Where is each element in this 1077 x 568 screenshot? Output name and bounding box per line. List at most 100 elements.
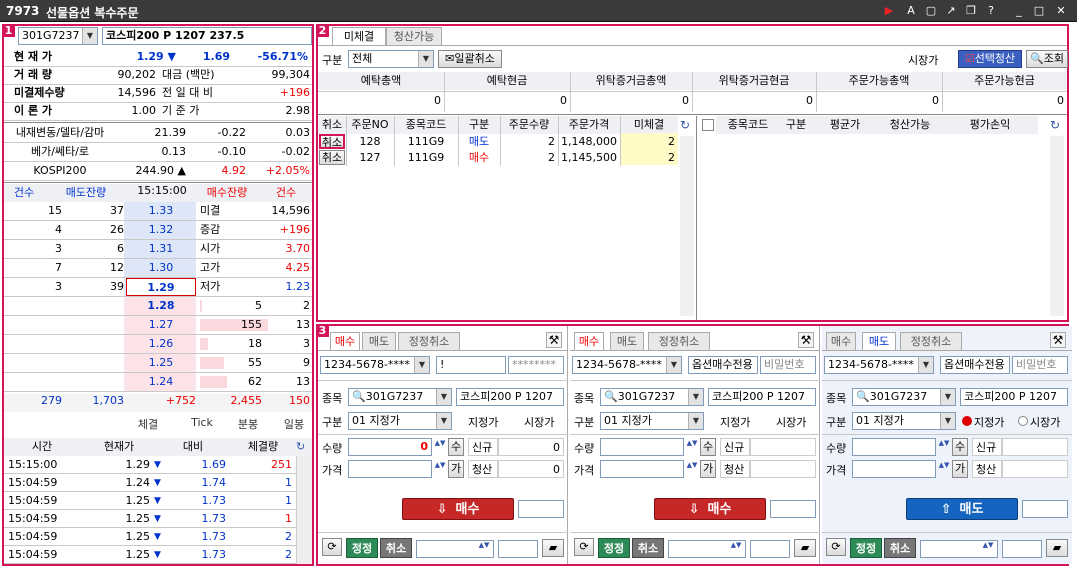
modify-price-input[interactable] [1002, 540, 1042, 558]
folder-icon[interactable]: ▰ [1046, 539, 1068, 557]
window-icon[interactable]: ▢ [924, 4, 938, 18]
maximize-icon[interactable]: □ [1032, 4, 1046, 18]
account-select[interactable]: 1234-5678-**** ▼ [824, 356, 934, 374]
symbol-select[interactable]: 🔍301G7237 ▼ [600, 388, 704, 406]
tab-closeable[interactable]: 청산가능 [386, 27, 442, 45]
password-field[interactable]: 옵션매수전용 [940, 356, 1010, 374]
price-preset-button[interactable]: 가 [700, 460, 716, 478]
cancel-all-button[interactable]: ✉일괄취소 [438, 50, 502, 68]
price-input[interactable] [348, 460, 432, 478]
password-field[interactable]: ! [436, 356, 506, 374]
modify-button[interactable]: 정정 [598, 538, 630, 558]
positions-scrollbar[interactable] [1050, 136, 1064, 316]
modify-price-input[interactable] [750, 540, 790, 558]
settings-icon[interactable]: ⚒ [1050, 332, 1066, 348]
password-field-2[interactable]: ******** [508, 356, 564, 374]
refresh-icon[interactable]: ⟳ [574, 538, 594, 556]
cancel-button[interactable]: 취소 [380, 538, 412, 558]
refresh-icon[interactable]: ↻ [296, 441, 308, 453]
settings-icon[interactable]: ⚒ [798, 332, 814, 348]
radio-limit[interactable] [962, 416, 972, 426]
help-icon[interactable]: ? [984, 4, 998, 18]
link-icon[interactable]: ↗ [944, 4, 958, 18]
folder-icon[interactable]: ▰ [794, 539, 816, 557]
stepper-icon[interactable]: ▲▼ [434, 439, 446, 455]
tab-sell[interactable]: 매도 [862, 332, 896, 350]
stepper-icon[interactable]: ▲▼ [938, 439, 950, 455]
settings-icon[interactable]: ⚒ [546, 332, 562, 348]
code-select[interactable]: 301G7237 ▼ [18, 27, 98, 45]
order-cancel-button[interactable]: 취소 [319, 150, 345, 165]
qty-input[interactable] [852, 438, 936, 456]
password-field-2[interactable]: 비밀번호 [1012, 356, 1068, 374]
qty-all-button[interactable]: 수 [448, 438, 464, 456]
radio-market[interactable] [1018, 416, 1028, 426]
order-type-select[interactable]: 01 지정가 ▼ [852, 412, 956, 430]
stepper-icon[interactable]: ▲▼ [730, 541, 742, 557]
close-icon[interactable]: ✕ [1054, 4, 1068, 18]
font-icon[interactable]: A [904, 4, 918, 18]
symbol-select[interactable]: 🔍301G7237 ▼ [852, 388, 956, 406]
tab-modify[interactable]: 정정취소 [398, 332, 460, 350]
account-select[interactable]: 1234-5678-**** ▼ [320, 356, 430, 374]
refresh-icon[interactable]: ⟳ [826, 538, 846, 556]
qty-all-button[interactable]: 수 [952, 438, 968, 456]
stepper-icon[interactable]: ▲▼ [686, 439, 698, 455]
query-button[interactable]: 🔍조회 [1026, 50, 1068, 68]
select-all-checkbox[interactable] [702, 119, 714, 131]
stepper-icon[interactable]: ▲▼ [434, 461, 446, 477]
qty-input[interactable] [600, 438, 684, 456]
refresh-icon[interactable]: ↻ [680, 118, 694, 132]
stepper-icon[interactable]: ▲▼ [982, 541, 994, 557]
select-clear-button[interactable]: ☑선택청산 [958, 50, 1022, 68]
buy-submit-button[interactable]: ⇩ 매수 [654, 498, 766, 520]
price-input[interactable] [852, 460, 936, 478]
refresh-icon[interactable]: ⟳ [322, 538, 342, 556]
qty-input[interactable]: 0 [348, 438, 432, 456]
stepper-icon[interactable]: ▲▼ [478, 541, 490, 557]
trade-scrollbar[interactable] [296, 456, 312, 564]
minimize-icon[interactable]: _ [1012, 4, 1026, 18]
chart-tab-1[interactable]: Tick [184, 416, 220, 434]
order-cancel-button[interactable]: 취소 [319, 134, 345, 149]
price-input[interactable] [600, 460, 684, 478]
tab-modify[interactable]: 정정취소 [900, 332, 962, 350]
symbol-select[interactable]: 🔍301G7237 ▼ [348, 388, 452, 406]
account-select[interactable]: 1234-5678-**** ▼ [572, 356, 682, 374]
tab-sell[interactable]: 매도 [610, 332, 644, 350]
password-field[interactable]: 옵션매수전용 [688, 356, 758, 374]
gubun-select[interactable]: 전체 ▼ [348, 50, 434, 68]
tab-sell[interactable]: 매도 [362, 332, 396, 350]
tab-buy[interactable]: 매수 [330, 332, 360, 350]
chart-tab-2[interactable]: 분봉 [230, 416, 266, 434]
repeat-count-input[interactable] [518, 500, 564, 518]
modify-price-input[interactable] [498, 540, 538, 558]
password-field-2[interactable]: 비밀번호 [760, 356, 816, 374]
tab-pending[interactable]: 미체결 [332, 27, 386, 45]
chart-tab-0[interactable]: 체결 [130, 416, 166, 434]
stepper-icon[interactable]: ▲▼ [686, 461, 698, 477]
modify-button[interactable]: 정정 [850, 538, 882, 558]
stepper-icon[interactable]: ▲▼ [938, 461, 950, 477]
qty-all-button[interactable]: 수 [700, 438, 716, 456]
cancel-button[interactable]: 취소 [632, 538, 664, 558]
price-preset-button[interactable]: 가 [952, 460, 968, 478]
buy-submit-button[interactable]: ⇩ 매수 [402, 498, 514, 520]
order-type-select[interactable]: 01 지정가 ▼ [600, 412, 704, 430]
refresh-icon[interactable]: ↻ [1050, 118, 1064, 132]
tab-buy[interactable]: 매수 [826, 332, 856, 350]
copy-icon[interactable]: ❐ [964, 4, 978, 18]
tab-modify[interactable]: 정정취소 [648, 332, 710, 350]
sell-submit-button[interactable]: ⇧ 매도 [906, 498, 1018, 520]
repeat-count-input[interactable] [1022, 500, 1068, 518]
folder-icon[interactable]: ▰ [542, 539, 564, 557]
cancel-button[interactable]: 취소 [884, 538, 916, 558]
tab-buy[interactable]: 매수 [574, 332, 604, 350]
play-icon[interactable]: ▶ [882, 4, 896, 18]
modify-button[interactable]: 정정 [346, 538, 378, 558]
orders-scrollbar[interactable] [680, 136, 694, 316]
price-preset-button[interactable]: 가 [448, 460, 464, 478]
chart-tab-3[interactable]: 일봉 [276, 416, 312, 434]
repeat-count-input[interactable] [770, 500, 816, 518]
order-type-select[interactable]: 01 지정가 ▼ [348, 412, 452, 430]
